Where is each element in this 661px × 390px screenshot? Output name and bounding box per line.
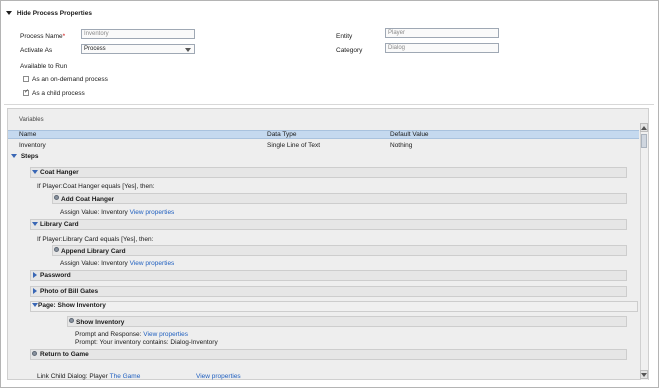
category-input[interactable]: Dialog: [385, 43, 499, 53]
activate-as-label: Activate As: [20, 47, 53, 54]
process-name-label: Process Name*: [20, 33, 66, 40]
on-demand-checkbox[interactable]: [23, 76, 29, 82]
variable-default: Nothing: [390, 142, 413, 149]
column-data-type[interactable]: Data Type: [267, 131, 297, 138]
variable-row[interactable]: [8, 141, 639, 150]
step-coat-hanger[interactable]: [30, 167, 627, 178]
step-page-label: Page: Show Inventory: [38, 302, 106, 309]
steps-title: Steps: [20, 153, 39, 160]
expand-triangle-icon: [33, 288, 37, 294]
prompt-response-line: Prompt and Response: View properties: [75, 331, 188, 338]
step-add-coat-hanger[interactable]: [52, 193, 627, 204]
expand-triangle-icon: [33, 272, 37, 278]
step-coat-hanger-label: Coat Hanger: [40, 169, 79, 176]
child-process-checkbox[interactable]: ✓: [23, 89, 30, 96]
scroll-thumb[interactable]: [641, 134, 647, 148]
step-return-label: Return to Game: [40, 351, 89, 358]
step-photo[interactable]: [30, 286, 627, 297]
step-page[interactable]: [30, 301, 638, 312]
library-card-condition: If Player:Library Card equals [Yes], the…: [37, 236, 154, 243]
step-append-library-card[interactable]: [52, 245, 627, 256]
divider: [4, 104, 654, 105]
action-gear-icon: [69, 318, 74, 323]
entity-input[interactable]: Player: [385, 28, 499, 38]
view-properties-link[interactable]: View properties: [130, 260, 175, 267]
the-game-link[interactable]: The Game: [110, 373, 141, 380]
variables-header-row[interactable]: [8, 130, 639, 139]
step-library-card-label: Library Card: [40, 221, 79, 228]
scroll-up-button[interactable]: [640, 123, 648, 132]
column-default-value[interactable]: Default Value: [390, 131, 429, 138]
section-title: Hide Process Properties: [16, 10, 92, 17]
add-coat-hanger-label: Add Coat Hanger: [61, 196, 115, 203]
on-demand-label: As an on-demand process: [32, 76, 108, 83]
link-child-dialog-line: Link Child Dialog: Player The Game: [37, 373, 141, 380]
variables-title: Variables: [19, 117, 44, 123]
step-password-label: Password: [40, 272, 71, 279]
required-marker: *: [62, 33, 66, 40]
available-to-run-label: Available to Run: [20, 63, 68, 70]
action-gear-icon: [32, 351, 37, 356]
coat-hanger-condition: If Player:Coat Hanger equals [Yes], then…: [37, 183, 155, 190]
arrow-down-icon: [641, 373, 647, 377]
column-name[interactable]: Name: [19, 131, 36, 138]
dropdown-arrow-icon: [185, 48, 191, 52]
steps-header[interactable]: Steps: [11, 153, 39, 160]
activate-as-select[interactable]: Process: [81, 44, 195, 54]
step-show-inventory[interactable]: [67, 316, 627, 327]
page-name: Show Inventory: [57, 302, 106, 309]
view-properties-link[interactable]: View properties: [143, 331, 188, 338]
collapse-triangle-icon: [11, 154, 17, 158]
assign-value-1: Assign Value: Inventory View properties: [60, 209, 175, 216]
category-label: Category: [336, 47, 363, 54]
child-process-label: As a child process: [32, 90, 85, 97]
activate-as-value: Process: [84, 46, 106, 52]
view-properties-link[interactable]: View properties: [130, 209, 175, 216]
hide-properties-toggle[interactable]: Hide Process Properties: [6, 10, 92, 17]
view-properties-link[interactable]: View properties: [196, 373, 241, 380]
entity-label: Entity: [336, 33, 353, 40]
collapse-triangle-icon: [32, 222, 38, 226]
step-password[interactable]: [30, 270, 627, 281]
append-library-card-label: Append Library Card: [61, 248, 126, 255]
arrow-up-icon: [641, 126, 647, 130]
scroll-down-button[interactable]: [640, 370, 648, 379]
variable-type: Single Line of Text: [267, 142, 320, 149]
collapse-triangle-icon: [32, 170, 38, 174]
variable-name: Inventory: [19, 142, 46, 149]
action-gear-icon: [54, 195, 59, 200]
step-return-to-game[interactable]: [30, 349, 627, 360]
assign-value-2: Assign Value: Inventory View properties: [60, 260, 175, 267]
action-gear-icon: [54, 247, 59, 252]
vertical-scrollbar[interactable]: [640, 123, 648, 380]
show-inventory-label: Show Inventory: [76, 319, 125, 326]
step-library-card[interactable]: [30, 219, 627, 230]
prompt-text: Prompt: Your inventory contains: Dialog-…: [75, 339, 218, 346]
collapse-triangle-icon: [6, 11, 12, 16]
process-name-input[interactable]: Inventory: [81, 29, 195, 39]
step-photo-label: Photo of Bill Gates: [40, 288, 99, 295]
check-icon: ✓: [24, 89, 30, 95]
